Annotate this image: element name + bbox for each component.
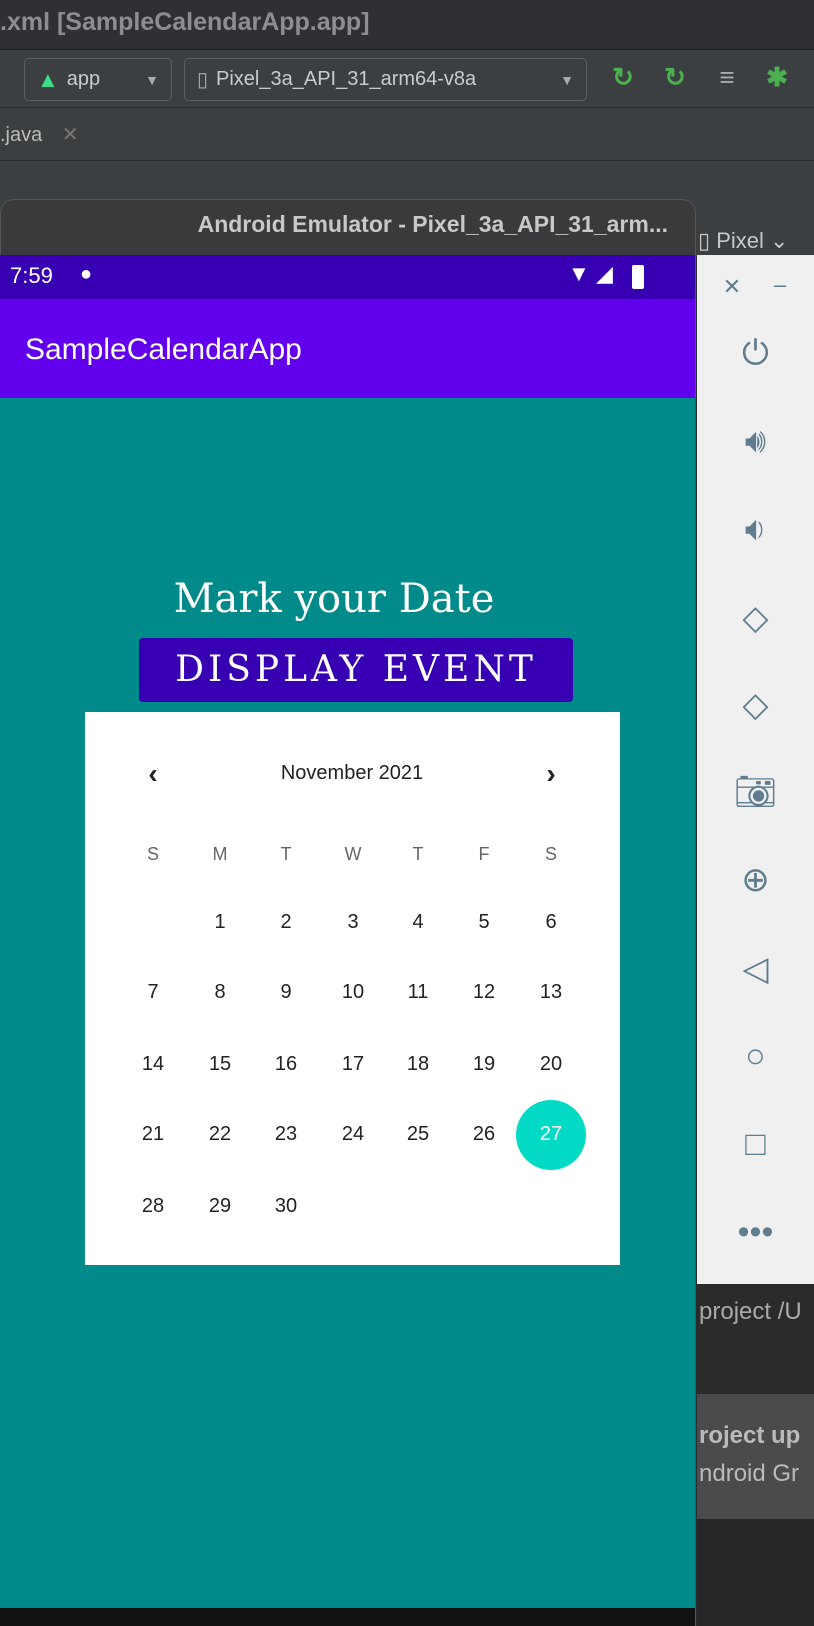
- chevron-down-icon: ▼: [145, 71, 159, 88]
- calendar-day[interactable]: 26: [454, 1123, 514, 1146]
- calendar-day[interactable]: 1: [190, 911, 250, 934]
- calendar-day[interactable]: 7: [123, 981, 183, 1004]
- run-config-select[interactable]: ▲ app ▼: [24, 58, 172, 101]
- volume-up-icon[interactable]: 🔊︎: [697, 421, 814, 461]
- notification-title: roject up: [699, 1422, 801, 1449]
- calendar-day[interactable]: 14: [123, 1053, 183, 1076]
- sync-icon[interactable]: ≡: [712, 62, 742, 96]
- month-title: November 2021: [280, 762, 424, 784]
- clock: 7:59: [10, 263, 53, 288]
- weekday-label: W: [344, 844, 362, 864]
- weekday-label: M: [212, 844, 228, 864]
- wifi-icon: ▼: [568, 261, 590, 286]
- tab-label: .java: [0, 124, 43, 146]
- notification-body: ndroid Gr: [699, 1460, 800, 1487]
- calendar-day[interactable]: 11: [388, 981, 448, 1004]
- home-icon[interactable]: ○: [697, 1036, 814, 1076]
- back-icon[interactable]: ◁: [697, 949, 814, 989]
- weekday-label: T: [280, 844, 292, 864]
- phone-icon: ▯: [698, 228, 717, 253]
- calendar-day[interactable]: 27: [521, 1123, 581, 1146]
- close-icon[interactable]: ✕: [62, 124, 79, 146]
- calendar-day[interactable]: 10: [323, 981, 383, 1004]
- calendar-day[interactable]: 17: [323, 1053, 383, 1076]
- run-config-label: app: [66, 68, 101, 90]
- editor-tab[interactable]: .java ✕: [0, 108, 814, 161]
- apply-changes-icon[interactable]: ↻: [608, 62, 638, 96]
- next-month-button[interactable]: ›: [521, 758, 581, 790]
- window-title: .xml [SampleCalendarApp.app]: [0, 8, 370, 36]
- zoom-icon[interactable]: ⊕: [697, 860, 814, 900]
- calendar-day[interactable]: 3: [323, 911, 383, 934]
- build-log: project /U: [697, 1284, 814, 1394]
- calendar-day[interactable]: 4: [388, 911, 448, 934]
- ide-title-bar: .xml [SampleCalendarApp.app]: [0, 0, 814, 50]
- app-title: SampleCalendarApp: [25, 333, 302, 366]
- calendar-day[interactable]: 29: [190, 1195, 250, 1218]
- calendar-day[interactable]: 8: [190, 981, 250, 1004]
- calendar-day[interactable]: 13: [521, 981, 581, 1004]
- calendar-day[interactable]: 5: [454, 911, 514, 934]
- minimize-icon[interactable]: –: [755, 265, 805, 305]
- apply-code-changes-icon[interactable]: ↻: [660, 62, 690, 96]
- weekday-label: F: [478, 844, 490, 864]
- chevron-down-icon: ⌄: [763, 228, 789, 253]
- calendar-day[interactable]: 28: [123, 1195, 183, 1218]
- more-icon[interactable]: •••: [697, 1212, 814, 1252]
- prev-month-button[interactable]: ‹: [123, 758, 183, 790]
- calendar-day[interactable]: 30: [256, 1195, 316, 1218]
- phone-icon: ▯: [197, 69, 209, 91]
- calendar-day[interactable]: 23: [256, 1123, 316, 1146]
- emulator-title: Android Emulator - Pixel_3a_API_31_arm..…: [197, 211, 668, 237]
- notification-icon: ●: [80, 263, 93, 285]
- heading: Mark your Date: [173, 576, 495, 622]
- ide-toolbar: ▲ app ▼ ▯ Pixel_3a_API_31_arm64-v8a ▼ ↻ …: [0, 50, 814, 108]
- calendar-day[interactable]: 18: [388, 1053, 448, 1076]
- calendar-day[interactable]: 6: [521, 911, 581, 934]
- status-bar: 7:59 ● ▼ ◢: [0, 255, 695, 299]
- power-icon[interactable]: ⏻: [697, 333, 814, 373]
- device-label: Pixel_3a_API_31_arm64-v8a: [216, 68, 477, 90]
- close-icon[interactable]: ✕: [707, 267, 757, 307]
- weekday-label: S: [146, 844, 159, 864]
- calendar-day[interactable]: 25: [388, 1123, 448, 1146]
- calendar-day[interactable]: 20: [521, 1053, 581, 1076]
- calendar-day[interactable]: 12: [454, 981, 514, 1004]
- camera-icon[interactable]: 📷︎: [697, 772, 814, 812]
- emulator-bottom: [0, 1608, 695, 1626]
- calendar-day[interactable]: 22: [190, 1123, 250, 1146]
- device-select[interactable]: ▯ Pixel_3a_API_31_arm64-v8a ▼: [184, 58, 587, 101]
- calendar-day[interactable]: 2: [256, 911, 316, 934]
- rotate-left-icon[interactable]: ◇: [697, 598, 814, 638]
- pixel-label: Pixel: [716, 228, 764, 253]
- calendar-view: ‹ November 2021 › S M T W T F S 1 2 3 4 5 6 7 8 9 10 11 12…: [85, 712, 620, 1265]
- app-bar: SampleCalendarApp: [0, 299, 695, 398]
- emulator-controls-panel: ✕ – ⏻ 🔊︎ 🔉︎ ◇ ◇ 📷︎ ⊕ ◁ ○ □ •••: [697, 255, 814, 1284]
- weekday-label: T: [412, 844, 424, 864]
- debug-bug-icon[interactable]: ✱: [762, 62, 792, 96]
- device-preview-select[interactable]: ▯ Pixel ⌄: [698, 228, 788, 254]
- battery-icon: [632, 265, 644, 289]
- display-event-button[interactable]: DISPLAY EVENT: [139, 638, 573, 702]
- calendar-day[interactable]: 24: [323, 1123, 383, 1146]
- chevron-down-icon: ▼: [560, 71, 574, 88]
- overview-icon[interactable]: □: [697, 1124, 814, 1164]
- weekday-label: S: [544, 844, 557, 864]
- calendar-day[interactable]: 15: [190, 1053, 250, 1076]
- calendar-day[interactable]: 21: [123, 1123, 183, 1146]
- android-icon: ▲: [37, 66, 59, 92]
- signal-icon: ◢: [596, 261, 613, 286]
- rotate-right-icon[interactable]: ◇: [697, 685, 814, 725]
- calendar-day[interactable]: 19: [454, 1053, 514, 1076]
- calendar-day[interactable]: 16: [256, 1053, 316, 1076]
- calendar-day[interactable]: 9: [256, 981, 316, 1004]
- notification-balloon[interactable]: roject up ndroid Gr: [697, 1394, 814, 1519]
- volume-down-icon[interactable]: 🔉︎: [697, 509, 814, 549]
